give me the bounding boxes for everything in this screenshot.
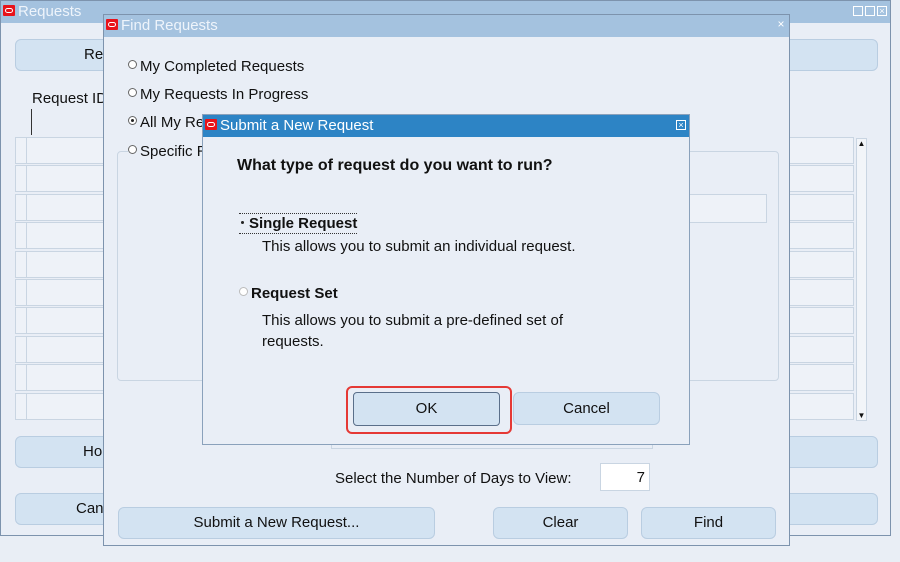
ok-button[interactable]: OK [353, 392, 500, 426]
table-cell[interactable] [26, 280, 27, 305]
table-cell[interactable] [26, 308, 27, 334]
single-request-description: This allows you to submit an individual … [262, 238, 576, 255]
table-cell[interactable] [26, 166, 27, 192]
dialog-question: What type of request do you want to run? [237, 157, 553, 174]
column-resize-handle[interactable] [31, 109, 32, 135]
scrollbar[interactable]: ▲ ▼ [856, 138, 867, 421]
close-icon[interactable]: × [776, 18, 786, 30]
oracle-logo-icon [3, 5, 15, 16]
radio-all-mine[interactable]: All My Re [128, 114, 204, 131]
radio-request-set[interactable]: Request Set [239, 285, 338, 302]
table-cell[interactable] [26, 336, 27, 362]
table-cell[interactable] [26, 223, 27, 249]
window-title: Requests [18, 3, 82, 20]
minimize-icon[interactable] [853, 6, 863, 16]
table-cell[interactable] [26, 365, 27, 391]
table-cell[interactable] [26, 138, 27, 163]
radio-in-progress[interactable]: My Requests In Progress [128, 86, 308, 103]
dialog-title: Submit a New Request [220, 117, 374, 134]
table-cell[interactable] [26, 251, 27, 277]
submit-request-dialog: Submit a New Request × What type of requ… [202, 114, 690, 445]
cancel-button[interactable]: Cancel [513, 392, 660, 425]
find-title-bar: Find Requests × [104, 15, 789, 37]
window-title: Find Requests [121, 17, 218, 34]
request-set-description: This allows you to submit a pre-defined … [262, 312, 563, 350]
dialog-title-bar: Submit a New Request × [203, 115, 689, 137]
days-label: Select the Number of Days to View: [335, 470, 572, 487]
radio-single-request[interactable]: Single Request [239, 213, 358, 234]
radio-completed[interactable]: My Completed Requests [128, 58, 304, 75]
close-icon[interactable]: × [676, 120, 686, 130]
submit-new-request-button[interactable]: Submit a New Request... [118, 507, 435, 539]
clear-button[interactable]: Clear [493, 507, 628, 539]
find-button[interactable]: Find [641, 507, 776, 539]
table-cell[interactable] [26, 194, 27, 220]
close-icon[interactable]: × [877, 6, 887, 16]
oracle-logo-icon [106, 19, 118, 30]
column-header-request-id: Request ID [32, 90, 108, 107]
oracle-logo-icon [205, 119, 217, 130]
days-input[interactable]: 7 [600, 463, 650, 491]
maximize-icon[interactable] [865, 6, 875, 16]
table-cell[interactable] [26, 393, 27, 419]
radio-specific[interactable]: Specific R [128, 143, 208, 160]
